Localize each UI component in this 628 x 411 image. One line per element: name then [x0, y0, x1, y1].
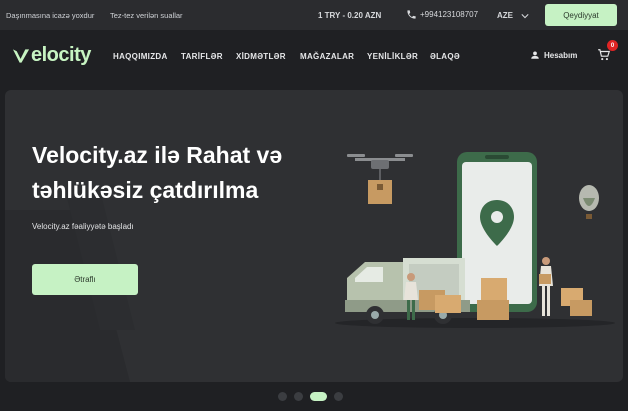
- main-nav: elocity HAQQIMIZDA TARİFLƏR XİDMƏTLƏR MA…: [0, 30, 628, 85]
- balloon-icon: [579, 185, 599, 219]
- phone-link[interactable]: +994123108707: [406, 9, 478, 20]
- nav-item-contact[interactable]: ƏLAQƏ: [430, 52, 460, 61]
- carousel-dot-1[interactable]: [278, 391, 287, 401]
- nav-item-news[interactable]: YENİLİKLƏR: [367, 52, 418, 61]
- carousel-dots: [278, 391, 343, 401]
- nav-item-tariffs[interactable]: TARİFLƏR: [181, 52, 223, 61]
- carousel-dot-3-active[interactable]: [310, 391, 327, 401]
- phone-number: +994123108707: [420, 10, 479, 19]
- account-link[interactable]: Hesabım: [530, 50, 577, 60]
- carousel-dot-4[interactable]: [334, 391, 343, 401]
- shipping-restrictions-link[interactable]: Daşınmasına icazə yoxdur: [6, 11, 94, 20]
- account-label: Hesabım: [544, 50, 578, 60]
- user-icon: [531, 51, 539, 59]
- nav-item-stores[interactable]: MAĞAZALAR: [300, 52, 354, 61]
- top-bar: Daşınmasına icazə yoxdur Tez-tez verilən…: [0, 0, 628, 30]
- nav-item-services[interactable]: XİDMƏTLƏR: [236, 52, 286, 61]
- hero-title: Velocity.az ilə Rahat və təhlükəsiz çatd…: [32, 138, 332, 208]
- logo-text: elocity: [31, 44, 91, 66]
- language-value: AZE: [497, 11, 513, 20]
- logo-v-mark: [12, 48, 30, 63]
- receiver-figure: [539, 257, 553, 316]
- hero-title-line-2: təhlükəsiz çatdırılma: [32, 177, 259, 203]
- language-select[interactable]: AZE: [497, 11, 529, 20]
- hero-slider: Velocity.az ilə Rahat və təhlükəsiz çatd…: [5, 90, 623, 382]
- phone-icon: [407, 10, 416, 19]
- logo[interactable]: elocity: [12, 44, 91, 67]
- carousel-dot-2[interactable]: [294, 391, 303, 401]
- drone-icon: [347, 154, 413, 204]
- hero-subtitle: Velocity.az fəaliyyətə başladı: [32, 222, 134, 231]
- register-button[interactable]: Qeydiyyat: [545, 4, 617, 26]
- learn-more-button[interactable]: Ətraflı: [32, 264, 138, 295]
- hero-title-line-1: Velocity.az ilə Rahat və: [32, 142, 283, 168]
- faq-link[interactable]: Tez-tez verilən suallar: [110, 11, 183, 20]
- currency-rate: 1 TRY - 0.20 AZN: [318, 11, 382, 20]
- nav-item-about[interactable]: HAQQIMIZDA: [113, 52, 168, 61]
- chevron-down-icon: [521, 13, 529, 18]
- cart-count-badge: 0: [607, 40, 618, 51]
- delivery-illustration: [335, 152, 615, 328]
